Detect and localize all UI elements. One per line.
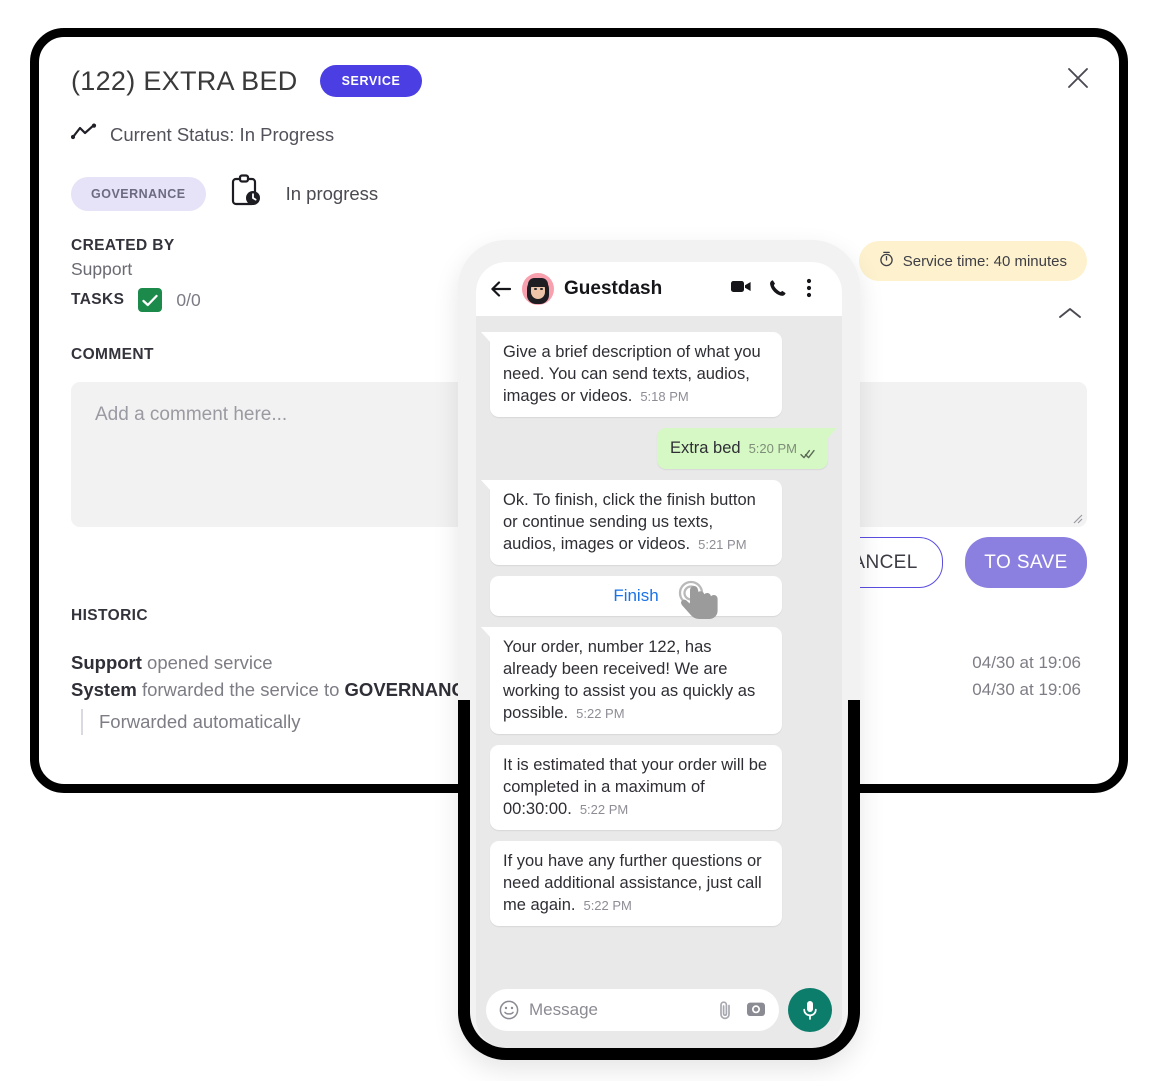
- close-icon[interactable]: [1065, 65, 1091, 91]
- back-arrow-icon[interactable]: [490, 280, 512, 298]
- card-header: (122) EXTRA BED SERVICE: [71, 65, 1087, 97]
- page-title: (122) EXTRA BED: [71, 65, 298, 96]
- message-bubble: If you have any further questions or nee…: [490, 841, 782, 926]
- finish-button[interactable]: Finish: [490, 576, 782, 619]
- phone-icon[interactable]: [768, 278, 790, 300]
- historic-text: opened service: [141, 652, 273, 673]
- check-icon[interactable]: [138, 288, 163, 312]
- camera-icon[interactable]: [746, 1000, 766, 1020]
- save-button[interactable]: TO SAVE: [965, 537, 1087, 588]
- service-time-text: Service time: 40 minutes: [902, 252, 1067, 270]
- historic-timestamp: 04/30 at 19:06: [972, 680, 1081, 699]
- tasks-label: TASKS: [71, 291, 125, 308]
- historic-actor: Support: [71, 652, 142, 673]
- chat-screen: Guestdash Give a brief description of wh…: [476, 262, 842, 1048]
- message-text: It is estimated that your order will be …: [503, 756, 768, 818]
- message-list: Give a brief description of what you nee…: [476, 316, 842, 979]
- screen-root: (122) EXTRA BED SERVICE Current Status: …: [0, 0, 1161, 1081]
- message-text: If you have any further questions or nee…: [503, 852, 762, 914]
- emoji-smiley-icon[interactable]: [499, 1000, 519, 1020]
- message-text: Give a brief description of what you nee…: [503, 343, 761, 405]
- chat-contact-name: Guestdash: [564, 278, 663, 299]
- trend-line-icon: [70, 123, 97, 146]
- message-text: Your order, number 122, has already been…: [503, 638, 756, 722]
- message-time: 5:18 PM: [640, 389, 689, 404]
- clipboard-clock-icon: [230, 174, 262, 213]
- message-input-placeholder: Message: [529, 1000, 598, 1019]
- message-bubble: It is estimated that your order will be …: [490, 745, 782, 830]
- message-time: 5:21 PM: [698, 537, 747, 552]
- pointing-hand-cursor-icon: [676, 578, 742, 630]
- resize-handle-icon[interactable]: [1071, 511, 1083, 524]
- progress-label: In progress: [285, 182, 379, 204]
- message-time: 5:20 PM: [748, 441, 797, 456]
- message-bubble: Give a brief description of what you nee…: [481, 332, 782, 417]
- microphone-icon[interactable]: [788, 988, 832, 1032]
- message-text: Extra bed: [669, 439, 741, 457]
- message-meta: 5:20 PM: [749, 438, 816, 460]
- status-badge: GOVERNANCE: [71, 176, 206, 211]
- paperclip-icon[interactable]: [716, 1000, 736, 1020]
- stopwatch-icon: [879, 251, 894, 271]
- message-bubble: Extra bed 5:20 PM: [656, 428, 838, 469]
- current-status-row: Current Status: In Progress: [70, 123, 1087, 146]
- department-row: GOVERNANCE In progress: [71, 174, 1087, 213]
- historic-timestamp: 04/30 at 19:06: [972, 653, 1081, 672]
- historic-label: HISTORIC: [71, 607, 148, 624]
- service-time-badge: Service time: 40 minutes: [858, 241, 1087, 281]
- chat-header: Guestdash: [476, 262, 842, 316]
- service-type-badge: SERVICE: [319, 65, 423, 97]
- more-vertical-icon[interactable]: [806, 278, 828, 300]
- avatar[interactable]: [522, 273, 554, 305]
- video-camera-icon[interactable]: [730, 278, 752, 300]
- tasks-count: 0/0: [176, 289, 201, 310]
- finish-button-label: Finish: [613, 586, 659, 605]
- chevron-up-icon[interactable]: [1057, 305, 1083, 321]
- status-text: Current Status: In Progress: [110, 123, 335, 145]
- message-time: 5:22 PM: [583, 898, 632, 913]
- historic-text: forwarded the service to: [136, 679, 345, 700]
- phone-mockup: Guestdash Give a brief description of wh…: [458, 240, 860, 1060]
- chat-input-bar: Message: [476, 979, 842, 1048]
- message-bubble: Ok. To finish, click the finish button o…: [481, 480, 782, 565]
- message-time: 5:22 PM: [576, 706, 625, 721]
- message-bubble: Your order, number 122, has already been…: [481, 627, 782, 734]
- message-input[interactable]: Message: [486, 989, 779, 1031]
- read-receipt-icon: [800, 444, 816, 459]
- historic-actor: System: [71, 679, 137, 700]
- message-time: 5:22 PM: [579, 802, 629, 817]
